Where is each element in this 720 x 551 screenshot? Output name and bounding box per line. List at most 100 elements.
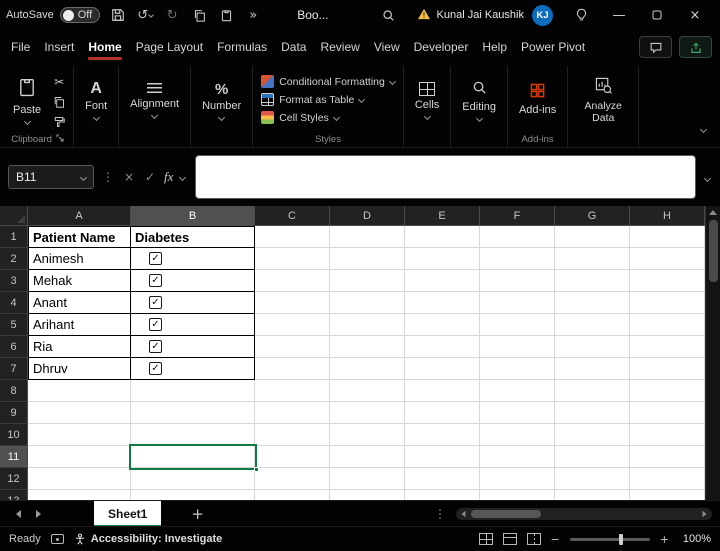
cell-F13[interactable] xyxy=(480,490,555,500)
cell-F4[interactable] xyxy=(480,292,555,314)
menu-tab-review[interactable]: Review xyxy=(313,30,366,64)
cell-A6[interactable]: Ria xyxy=(28,336,131,358)
page-layout-view-icon[interactable] xyxy=(503,533,517,545)
cell-G4[interactable] xyxy=(555,292,630,314)
analyze-data-button[interactable]: Analyze Data xyxy=(573,68,633,133)
redo-icon[interactable]: ↻ xyxy=(163,8,181,23)
scroll-up-arrow-icon[interactable] xyxy=(709,210,717,215)
cell-G12[interactable] xyxy=(555,468,630,490)
number-button[interactable]: % Number xyxy=(196,68,247,133)
cell-A7[interactable]: Dhruv xyxy=(28,358,131,380)
cell-H4[interactable] xyxy=(630,292,705,314)
editing-button[interactable]: Editing xyxy=(456,68,502,133)
undo-icon[interactable]: ↺ xyxy=(136,8,154,23)
cell-D1[interactable] xyxy=(330,226,405,248)
cell-G10[interactable] xyxy=(555,424,630,446)
cell-G5[interactable] xyxy=(555,314,630,336)
dialog-launcher-icon[interactable] xyxy=(56,134,64,145)
cell-B9[interactable] xyxy=(131,402,255,424)
insert-function-button[interactable]: fx xyxy=(164,169,173,185)
cell-H3[interactable] xyxy=(630,270,705,292)
cell-F7[interactable] xyxy=(480,358,555,380)
column-header-F[interactable]: F xyxy=(480,206,555,226)
row-header-12[interactable]: 12 xyxy=(0,468,28,490)
cell-B4[interactable]: ✓ xyxy=(131,292,255,314)
cell-E13[interactable] xyxy=(405,490,480,500)
cell-H11[interactable] xyxy=(630,446,705,468)
cell-F11[interactable] xyxy=(480,446,555,468)
cell-A9[interactable] xyxy=(28,402,131,424)
cell-E4[interactable] xyxy=(405,292,480,314)
cell-C13[interactable] xyxy=(255,490,330,500)
cell-A4[interactable]: Anant xyxy=(28,292,131,314)
normal-view-icon[interactable] xyxy=(479,533,493,545)
cell-B10[interactable] xyxy=(131,424,255,446)
quick-access-overflow-icon[interactable]: » xyxy=(244,8,262,23)
cell-D11[interactable] xyxy=(330,446,405,468)
cell-H5[interactable] xyxy=(630,314,705,336)
cell-B12[interactable] xyxy=(131,468,255,490)
row-header-7[interactable]: 7 xyxy=(0,358,28,380)
zoom-percent[interactable]: 100% xyxy=(679,533,711,545)
cell-F1[interactable] xyxy=(480,226,555,248)
cell-F3[interactable] xyxy=(480,270,555,292)
page-break-view-icon[interactable] xyxy=(527,533,541,545)
autosave-toggle[interactable]: AutoSave Off xyxy=(6,7,100,23)
cell-D6[interactable] xyxy=(330,336,405,358)
enter-icon[interactable]: ✓ xyxy=(143,170,157,184)
cell-E9[interactable] xyxy=(405,402,480,424)
cell-E7[interactable] xyxy=(405,358,480,380)
select-all-corner[interactable] xyxy=(0,206,28,226)
cell-C2[interactable] xyxy=(255,248,330,270)
cell-B2[interactable]: ✓ xyxy=(131,248,255,270)
cell-A5[interactable]: Arihant xyxy=(28,314,131,336)
cell-D4[interactable] xyxy=(330,292,405,314)
cell-B5[interactable]: ✓ xyxy=(131,314,255,336)
menu-tab-power-pivot[interactable]: Power Pivot xyxy=(514,30,592,64)
zoom-slider[interactable] xyxy=(570,538,650,541)
avatar[interactable]: KJ xyxy=(532,5,553,26)
cell-F12[interactable] xyxy=(480,468,555,490)
format-painter-icon[interactable] xyxy=(50,114,68,129)
column-header-E[interactable]: E xyxy=(405,206,480,226)
vertical-scroll-thumb[interactable] xyxy=(709,220,718,282)
cell-D12[interactable] xyxy=(330,468,405,490)
column-header-G[interactable]: G xyxy=(555,206,630,226)
checkbox-checked[interactable]: ✓ xyxy=(149,318,162,331)
cell-B8[interactable] xyxy=(131,380,255,402)
cell-H10[interactable] xyxy=(630,424,705,446)
scroll-right-arrow-icon[interactable] xyxy=(703,510,707,516)
font-button[interactable]: A Font xyxy=(79,68,113,133)
cell-G8[interactable] xyxy=(555,380,630,402)
cell-H13[interactable] xyxy=(630,490,705,500)
column-header-C[interactable]: C xyxy=(255,206,330,226)
cell-D7[interactable] xyxy=(330,358,405,380)
horizontal-scroll-thumb[interactable] xyxy=(471,510,541,518)
cell-E11[interactable] xyxy=(405,446,480,468)
cell-E8[interactable] xyxy=(405,380,480,402)
cell-D10[interactable] xyxy=(330,424,405,446)
alignment-button[interactable]: Alignment xyxy=(124,68,185,133)
cell-A1[interactable]: Patient Name xyxy=(28,226,131,248)
cell-F2[interactable] xyxy=(480,248,555,270)
row-header-4[interactable]: 4 xyxy=(0,292,28,314)
cell-B7[interactable]: ✓ xyxy=(131,358,255,380)
row-header-13[interactable]: 13 xyxy=(0,490,28,500)
row-header-5[interactable]: 5 xyxy=(0,314,28,336)
name-box-resize-icon[interactable]: ⋮ xyxy=(101,170,115,184)
name-box[interactable]: B11 xyxy=(8,165,94,189)
cut-icon[interactable]: ✂ xyxy=(50,74,68,89)
cell-B13[interactable] xyxy=(131,490,255,500)
cell-A2[interactable]: Animesh xyxy=(28,248,131,270)
cell-C1[interactable] xyxy=(255,226,330,248)
add-sheet-button[interactable]: + xyxy=(191,505,204,523)
cell-A3[interactable]: Mehak xyxy=(28,270,131,292)
cell-G3[interactable] xyxy=(555,270,630,292)
cell-E10[interactable] xyxy=(405,424,480,446)
autosave-switch-icon[interactable]: Off xyxy=(60,7,100,23)
cell-C5[interactable] xyxy=(255,314,330,336)
restore-button[interactable] xyxy=(638,0,676,30)
checkbox-checked[interactable]: ✓ xyxy=(149,362,162,375)
cell-H8[interactable] xyxy=(630,380,705,402)
cell-G9[interactable] xyxy=(555,402,630,424)
